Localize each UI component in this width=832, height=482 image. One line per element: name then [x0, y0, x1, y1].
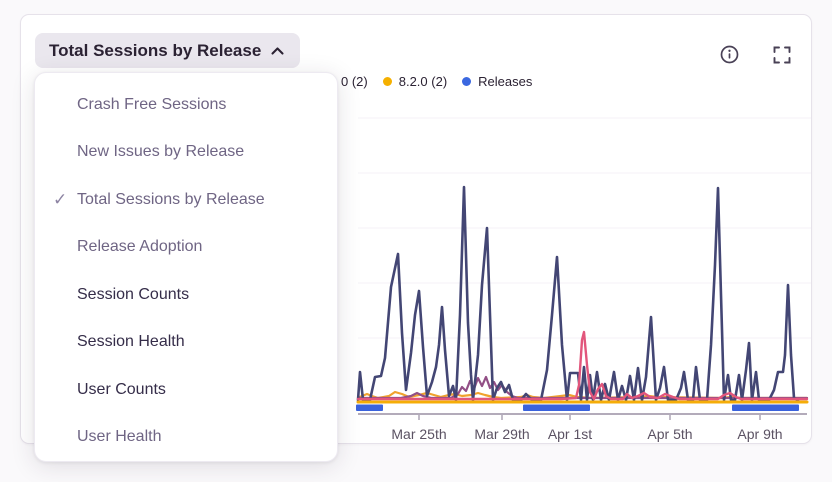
chart-legend: 0 (2) 8.2.0 (2) Releases: [341, 72, 532, 90]
x-axis-label: Mar 29th: [474, 426, 529, 442]
menu-item-user-counts[interactable]: User Counts: [35, 366, 337, 414]
x-axis-label: Mar 25th: [391, 426, 446, 442]
menu-item-label: User Counts: [77, 381, 166, 399]
menu-item-release-adoption[interactable]: Release Adoption: [35, 224, 337, 272]
legend-item-releases[interactable]: Releases: [462, 74, 532, 89]
menu-item-crash-free-sessions[interactable]: Crash Free Sessions: [35, 81, 337, 129]
menu-item-session-health[interactable]: Session Health: [35, 319, 337, 367]
menu-item-total-sessions-by-release[interactable]: ✓ Total Sessions by Release: [35, 176, 337, 224]
x-axis-label: Apr 5th: [647, 426, 692, 442]
x-axis-label: Apr 9th: [737, 426, 782, 442]
series-total-sessions-main: [358, 187, 798, 400]
menu-item-label: User Health: [77, 428, 161, 446]
release-bar: [356, 405, 383, 412]
legend-label: 0 (2): [341, 74, 368, 89]
menu-item-label: Total Sessions by Release: [77, 191, 265, 209]
legend-dot-amber: [383, 77, 392, 86]
widget-title-dropdown-button[interactable]: Total Sessions by Release: [35, 33, 300, 68]
chevron-up-icon: [271, 47, 284, 55]
menu-item-label: Session Counts: [77, 286, 189, 304]
widget-title: Total Sessions by Release: [49, 41, 261, 61]
widget-header-actions: [716, 41, 795, 71]
menu-item-new-issues-by-release[interactable]: New Issues by Release: [35, 129, 337, 177]
legend-item-truncated[interactable]: 0 (2): [341, 74, 368, 89]
release-bar: [732, 405, 799, 412]
release-bar: [523, 405, 590, 412]
legend-label: 8.2.0 (2): [399, 74, 447, 89]
menu-item-label: Release Adoption: [77, 238, 202, 256]
widget-type-dropdown-menu: Crash Free Sessions New Issues by Release…: [34, 72, 338, 462]
expand-icon[interactable]: [769, 41, 795, 71]
legend-label: Releases: [478, 74, 532, 89]
menu-item-label: Crash Free Sessions: [77, 96, 226, 114]
menu-item-label: New Issues by Release: [77, 143, 244, 161]
info-icon[interactable]: [716, 41, 743, 71]
menu-item-user-health[interactable]: User Health: [35, 414, 337, 462]
legend-item-release-8-2-0[interactable]: 8.2.0 (2): [383, 74, 447, 89]
legend-dot-blue: [462, 77, 471, 86]
checkmark-icon: ✓: [53, 190, 67, 210]
sessions-chart[interactable]: Mar 25th Mar 29th Apr 1st Apr 5th Apr 9th: [331, 91, 813, 451]
x-axis-label: Apr 1st: [548, 426, 592, 442]
menu-item-session-counts[interactable]: Session Counts: [35, 271, 337, 319]
menu-item-label: Session Health: [77, 333, 185, 351]
